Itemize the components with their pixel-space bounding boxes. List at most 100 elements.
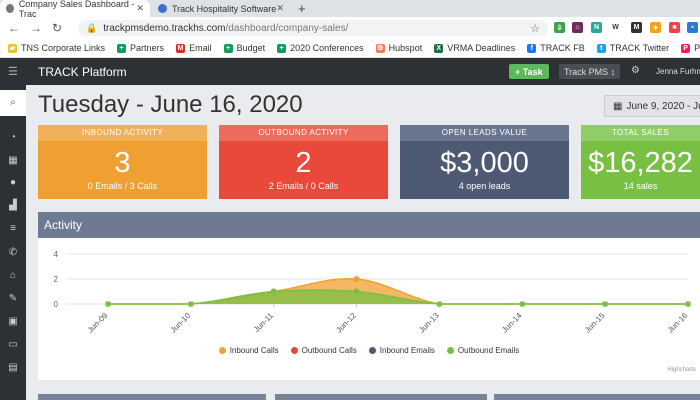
y-tick-label: 2 bbox=[54, 275, 59, 284]
legend-dot-icon bbox=[446, 347, 454, 354]
data-point bbox=[602, 301, 608, 307]
money-icon[interactable]: ▭ bbox=[0, 339, 26, 350]
extension-icon[interactable]: ⇩ bbox=[554, 22, 565, 33]
extension-icon[interactable]: ⌂ bbox=[572, 22, 583, 33]
bookmark-item[interactable]: +2020 Conferences bbox=[277, 43, 364, 53]
hubspot-icon: ⚙ bbox=[375, 43, 385, 53]
extension-icon[interactable]: W bbox=[610, 22, 621, 33]
phone-icon[interactable]: ✆ bbox=[0, 247, 26, 258]
card-subtitle: 0 Emails / 3 Calls bbox=[87, 181, 158, 191]
back-icon[interactable]: ← bbox=[8, 21, 20, 35]
menu-icon[interactable]: ☰ bbox=[8, 65, 18, 78]
card-title: Open Leads Value bbox=[400, 125, 569, 141]
url-host: trackpmsdemo.trackhs.com bbox=[103, 22, 226, 34]
outbound-activity-card: Outbound Activity 2 2 Emails / 0 Calls bbox=[219, 125, 388, 199]
sheets-icon: + bbox=[277, 43, 287, 53]
app-header: ☰ TRACK Platform + Task Track PMS ↕ ⚙ Je… bbox=[0, 58, 700, 85]
legend-item[interactable]: Outbound Calls bbox=[290, 346, 357, 355]
x-tick-label: Jun-14 bbox=[500, 311, 524, 335]
legend-item[interactable]: Inbound Calls bbox=[218, 346, 279, 355]
bookmark-item[interactable]: M Email bbox=[176, 43, 212, 53]
close-icon[interactable]: ✕ bbox=[136, 3, 144, 14]
bookmark-label: Budget bbox=[236, 43, 266, 53]
data-point bbox=[353, 288, 360, 295]
open-leads-value-card: Open Leads Value $3,000 4 open leads bbox=[400, 125, 569, 199]
bookmark-item[interactable]: X VRMA Deadlines bbox=[434, 43, 515, 53]
check-circle-icon[interactable]: ● bbox=[0, 177, 26, 188]
card-title: Outbound Activity bbox=[219, 125, 388, 141]
extension-icon[interactable]: ■ bbox=[669, 22, 680, 33]
extension-icon[interactable]: N bbox=[591, 22, 602, 33]
card-subtitle: 2 Emails / 0 Calls bbox=[268, 181, 339, 191]
excel-icon: X bbox=[434, 43, 444, 53]
bookmark-item[interactable]: ▰ TNS Corporate Links bbox=[8, 43, 105, 53]
browser-tab-strip: Company Sales Dashboard - Trac ✕ Track H… bbox=[0, 0, 700, 19]
data-point bbox=[188, 301, 194, 307]
dashboard-icon[interactable]: ◔ bbox=[0, 132, 26, 143]
grid-icon[interactable]: ▣ bbox=[0, 316, 26, 327]
bookmark-label: 2020 Conferences bbox=[290, 43, 364, 53]
bookmark-item[interactable]: t TRACK Twitter bbox=[596, 43, 669, 53]
globe-icon bbox=[6, 4, 14, 13]
bookmark-item[interactable]: + Partners bbox=[117, 43, 164, 53]
bookmark-label: Partners bbox=[130, 43, 165, 53]
browser-tab-dashboard[interactable]: Company Sales Dashboard - Trac ✕ bbox=[0, 0, 150, 19]
total-sales-card: Total Sales $16,282 14 sales bbox=[581, 125, 700, 199]
chart-legend: Inbound Calls Outbound Calls Inbound Email… bbox=[38, 346, 700, 356]
activity-panel: Activity 0 2 4 Jun-09 Jun-10 Jun-11 Jun-12 Jun-… bbox=[38, 212, 700, 380]
panel-header bbox=[275, 394, 487, 400]
chart-icon[interactable]: ▟ bbox=[0, 200, 26, 211]
forward-icon[interactable]: → bbox=[30, 21, 42, 35]
panel-header bbox=[38, 394, 266, 400]
extension-icon[interactable]: M bbox=[631, 22, 642, 33]
browser-tab-title: Company Sales Dashboard - Trac bbox=[18, 0, 135, 19]
browser-tab-title: Track Hospitality Software bbox=[172, 3, 277, 14]
pendo-icon: P bbox=[681, 43, 691, 53]
star-icon[interactable]: ☆ bbox=[530, 22, 540, 35]
user-name[interactable]: Jenna Furhman bbox=[656, 67, 700, 76]
wrench-icon[interactable]: ✎ bbox=[0, 293, 26, 304]
date-range-picker[interactable]: ▦ June 9, 2020 - June bbox=[604, 95, 700, 117]
track-pms-dropdown[interactable]: Track PMS ↕ bbox=[559, 64, 621, 79]
sheets-icon: + bbox=[117, 43, 127, 53]
card-subtitle: 4 open leads bbox=[458, 181, 511, 191]
add-task-button[interactable]: + Task bbox=[509, 64, 549, 79]
search-icon[interactable]: ⌕ bbox=[0, 90, 26, 116]
data-point bbox=[353, 276, 360, 282]
legend-item[interactable]: Outbound Emails bbox=[446, 346, 520, 355]
y-tick-label: 4 bbox=[54, 250, 59, 259]
close-icon[interactable]: ✕ bbox=[276, 3, 284, 14]
legend-label: Outbound Emails bbox=[457, 346, 520, 355]
briefcase-icon[interactable]: ▤ bbox=[0, 362, 26, 373]
gear-icon[interactable]: ⚙ bbox=[631, 65, 640, 76]
extension-icon[interactable]: ✦ bbox=[650, 22, 661, 33]
extension-icon[interactable]: ▪ bbox=[687, 22, 698, 33]
legend-dot-icon bbox=[218, 347, 226, 354]
bookmark-item[interactable]: + Budget bbox=[223, 43, 266, 53]
bookmark-label: VRMA Deadlines bbox=[447, 43, 516, 53]
bookmark-item[interactable]: f TRACK FB bbox=[527, 43, 585, 53]
date-range-label: June 9, 2020 - June bbox=[626, 100, 700, 112]
new-tab-icon[interactable]: + bbox=[298, 1, 306, 16]
gmail-icon: M bbox=[176, 43, 186, 53]
facebook-icon: f bbox=[527, 43, 537, 53]
bookmark-label: Hubspot bbox=[388, 43, 423, 53]
twitter-icon: t bbox=[596, 43, 606, 53]
reload-icon[interactable]: ↻ bbox=[52, 21, 62, 35]
bookmark-item[interactable]: ⚙ Hubspot bbox=[375, 43, 423, 53]
legend-item[interactable]: Inbound Emails bbox=[368, 346, 435, 355]
bookmark-item[interactable]: PPendo.IO bbox=[681, 43, 700, 53]
y-tick-label: 0 bbox=[54, 300, 59, 309]
x-tick-label: Jun-16 bbox=[666, 311, 690, 335]
list-icon[interactable]: ≡ bbox=[0, 223, 26, 234]
card-value: 3 bbox=[114, 147, 131, 179]
data-point bbox=[105, 301, 111, 307]
data-point bbox=[436, 301, 442, 307]
url-input[interactable]: 🔒 trackpmsdemo.trackhs.com/dashboard/com… bbox=[78, 20, 548, 36]
legend-dot-icon bbox=[368, 347, 376, 354]
browser-tab-track[interactable]: Track Hospitality Software ✕ bbox=[152, 0, 290, 17]
calendar-icon[interactable]: ▦ bbox=[0, 155, 26, 166]
home-icon[interactable]: ⌂ bbox=[0, 270, 26, 281]
legend-label: Inbound Calls bbox=[229, 346, 279, 355]
x-tick-label: Jun-13 bbox=[417, 311, 441, 335]
